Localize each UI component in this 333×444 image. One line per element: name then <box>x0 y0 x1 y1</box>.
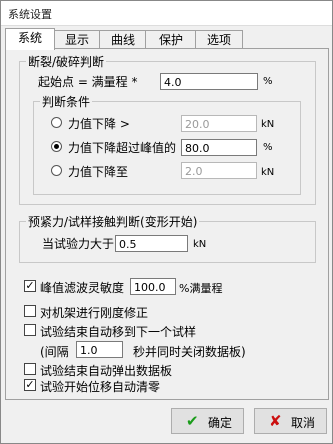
tab-display[interactable]: 显示 <box>53 30 101 49</box>
start-point-unit: % <box>263 76 273 87</box>
preload-input[interactable]: 0.5 <box>115 235 188 252</box>
break-group-legend: 断裂/破碎判断 <box>28 55 105 69</box>
drop-over-peak-input[interactable]: 80.0 <box>181 139 257 156</box>
radio-drop-over-peak-label: 力值下降超过峰值的 <box>68 141 177 155</box>
radio-force-drop-label: 力值下降 > <box>68 117 130 131</box>
drop-to-input[interactable]: 2.0 <box>181 162 257 179</box>
tab-options[interactable]: 选项 <box>195 30 243 49</box>
auto-zero-label: 试验开始位移自动清零 <box>40 380 161 394</box>
interval-prefix: (间隔 <box>40 345 69 359</box>
auto-next-checkbox[interactable] <box>24 324 36 336</box>
title-bar[interactable]: 系统设置 <box>1 1 332 26</box>
cancel-button-label: 取消 <box>291 416 316 430</box>
radio-drop-to-label: 力值下降至 <box>68 165 129 179</box>
filter-input[interactable]: 100.0 <box>130 278 176 295</box>
window-title: 系统设置 <box>8 8 52 21</box>
auto-zero-checkbox[interactable]: ✓ <box>24 379 36 391</box>
preload-label: 当试验力大于 <box>42 237 115 251</box>
system-tab-panel: 断裂/破碎判断 起始点 = 满量程 * 4.0 % 判断条件 力值下降 > 20… <box>5 48 329 400</box>
force-drop-unit: kN <box>261 119 275 130</box>
stiffness-label: 对机架进行刚度修正 <box>40 306 149 320</box>
auto-popup-label: 试验结束自动弹出数据板 <box>40 364 173 378</box>
drop-over-peak-unit: % <box>263 142 273 153</box>
settings-dialog: 系统设置 系统 显示 曲线 保护 选项 断裂/破碎判断 起始点 = 满量程 * … <box>0 0 333 444</box>
start-point-input[interactable]: 4.0 <box>160 73 258 90</box>
green-checkmark-icon: ✔ <box>186 412 199 430</box>
red-x-icon: ✘ <box>269 412 282 430</box>
interval-input[interactable]: 1.0 <box>76 341 123 358</box>
tab-protection[interactable]: 保护 <box>145 30 197 49</box>
auto-next-label: 试验结束自动移到下一个试样 <box>40 325 197 339</box>
filter-unit: %满量程 <box>179 282 223 295</box>
filter-checkbox[interactable]: ✓ <box>24 280 36 292</box>
radio-drop-over-peak[interactable] <box>51 141 62 152</box>
start-point-label: 起始点 = 满量程 * <box>38 75 138 89</box>
radio-force-drop[interactable] <box>51 117 62 128</box>
tab-curve[interactable]: 曲线 <box>99 30 147 49</box>
condition-group-legend: 判断条件 <box>42 95 91 109</box>
cancel-button[interactable]: ✘ 取消 <box>254 408 327 434</box>
preload-group-legend: 预紧力/试样接触判断(变形开始) <box>28 215 198 229</box>
drop-to-unit: kN <box>261 167 275 178</box>
auto-popup-checkbox[interactable] <box>24 363 36 375</box>
ok-button[interactable]: ✔ 确定 <box>171 408 244 434</box>
preload-unit: kN <box>193 239 207 250</box>
tab-system[interactable]: 系统 <box>5 28 55 50</box>
force-drop-input[interactable]: 20.0 <box>181 115 257 132</box>
filter-label: 峰值滤波灵敏度 <box>40 281 125 295</box>
interval-suffix: 秒并同时关闭数据板) <box>133 345 246 359</box>
ok-button-label: 确定 <box>208 416 233 430</box>
radio-drop-to[interactable] <box>51 165 62 176</box>
stiffness-checkbox[interactable] <box>24 305 36 317</box>
